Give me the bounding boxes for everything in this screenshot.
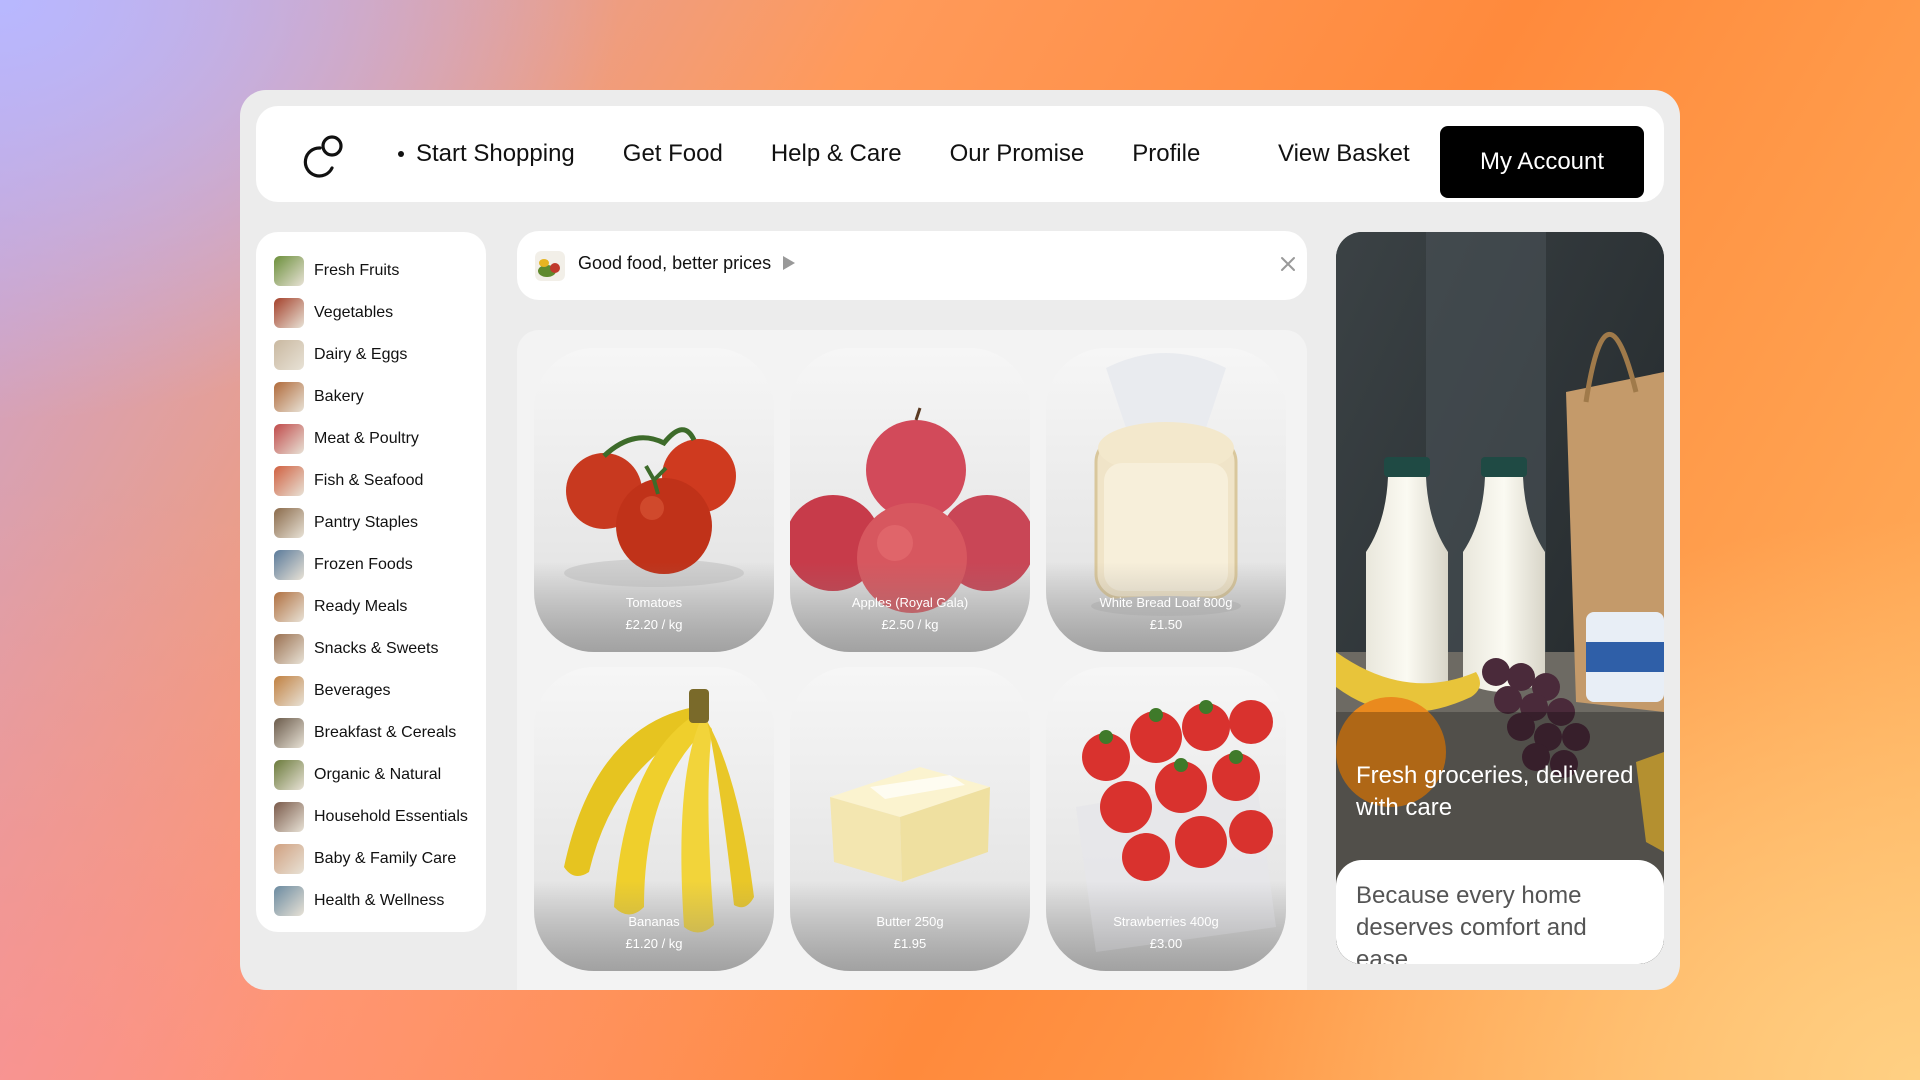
sidebar-category-item[interactable]: Dairy & Eggs [274, 334, 486, 376]
product-grid: Tomatoes £2.20 / kg Apples (Royal Gala) … [517, 330, 1307, 990]
sidebar-category-item[interactable]: Snacks & Sweets [274, 628, 486, 670]
product-price: £1.50 [1149, 617, 1183, 632]
active-dot-icon [398, 151, 404, 157]
top-nav: Start Shopping Get Food Help & Care Our … [256, 106, 1664, 202]
sidebar-category-item[interactable]: Ready Meals [274, 586, 486, 628]
category-thumbnail [274, 592, 304, 622]
category-label: Fresh Fruits [314, 262, 400, 279]
sidebar-category-item[interactable]: Pantry Staples [274, 502, 486, 544]
product-price: £3.00 [1149, 936, 1183, 951]
product-name: Tomatoes [625, 595, 683, 610]
play-icon[interactable] [783, 256, 795, 270]
category-sidebar: Fresh Fruits Vegetables Dairy & Eggs Bakery… [256, 232, 486, 932]
sidebar-category-item[interactable]: Fish & Seafood [274, 460, 486, 502]
product-price: £2.20 / kg [625, 617, 683, 632]
category-label: Baby & Family Care [314, 850, 457, 867]
view-basket-link[interactable]: View Basket [1278, 106, 1410, 202]
category-thumbnail [274, 424, 304, 454]
sidebar-category-item[interactable]: Meat & Poultry [274, 418, 486, 460]
banner-thumbnail [535, 251, 565, 281]
hero-image [1336, 232, 1664, 964]
sidebar-category-item[interactable]: Household Essentials [274, 796, 486, 838]
category-label: Health & Wellness [314, 892, 445, 909]
category-label: Dairy & Eggs [314, 346, 408, 363]
category-label: Snacks & Sweets [314, 640, 439, 657]
product-card[interactable]: Tomatoes £2.20 / kg [534, 348, 774, 652]
product-card[interactable]: Apples (Royal Gala) £2.50 / kg [790, 348, 1030, 652]
sidebar-category-item[interactable]: Baby & Family Care [274, 838, 486, 880]
category-thumbnail [274, 886, 304, 916]
my-account-button[interactable]: My Account [1440, 126, 1644, 198]
brand-logo[interactable] [298, 134, 346, 182]
category-thumbnail [274, 298, 304, 328]
product-name: Bananas [628, 914, 680, 929]
sidebar-category-item[interactable]: Breakfast & Cereals [274, 712, 486, 754]
category-label: Vegetables [314, 304, 394, 321]
product-name: Apples (Royal Gala) [851, 595, 969, 610]
category-thumbnail [274, 844, 304, 874]
nav-help-care[interactable]: Help & Care [771, 140, 902, 168]
category-thumbnail [274, 676, 304, 706]
product-card[interactable]: Bananas £1.20 / kg [534, 667, 774, 971]
hero-panel[interactable]: Fresh groceries, delivered with care Bec… [1336, 232, 1664, 964]
sidebar-category-item[interactable]: Beverages [274, 670, 486, 712]
category-label: Pantry Staples [314, 514, 419, 531]
product-name: Butter 250g [876, 914, 944, 929]
product-price: £2.50 / kg [881, 617, 939, 632]
nav-links: Start Shopping Get Food Help & Care Our … [398, 106, 1248, 202]
promo-banner: Good food, better prices [517, 231, 1307, 300]
category-thumbnail [274, 802, 304, 832]
product-name: White Bread Loaf 800g [1099, 595, 1233, 610]
category-label: Bakery [314, 388, 364, 405]
banner-text: Good food, better prices [578, 253, 772, 273]
sidebar-category-item[interactable]: Organic & Natural [274, 754, 486, 796]
category-label: Meat & Poultry [314, 430, 419, 447]
close-icon[interactable] [1277, 253, 1299, 275]
nav-start-shopping[interactable]: Start Shopping [398, 140, 575, 168]
sidebar-category-item[interactable]: Bakery [274, 376, 486, 418]
category-label: Household Essentials [314, 808, 468, 825]
sidebar-category-item[interactable]: Vegetables [274, 292, 486, 334]
sidebar-category-item[interactable]: Frozen Foods [274, 544, 486, 586]
nav-get-food[interactable]: Get Food [623, 140, 723, 168]
app-window: Start Shopping Get Food Help & Care Our … [240, 90, 1680, 990]
product-price: £1.20 / kg [625, 936, 683, 951]
product-price: £1.95 [893, 936, 927, 951]
category-label: Frozen Foods [314, 556, 413, 573]
nav-our-promise[interactable]: Our Promise [950, 140, 1085, 168]
category-thumbnail [274, 256, 304, 286]
category-label: Ready Meals [314, 598, 408, 615]
hero-caption: Fresh groceries, delivered with care [1356, 762, 1634, 821]
category-label: Breakfast & Cereals [314, 724, 457, 741]
category-thumbnail [274, 382, 304, 412]
category-thumbnail [274, 508, 304, 538]
product-card[interactable]: White Bread Loaf 800g £1.50 [1046, 348, 1286, 652]
category-label: Organic & Natural [314, 766, 442, 783]
sidebar-category-item[interactable]: Fresh Fruits [274, 250, 486, 292]
hero-subtext: Because every home deserves comfort and … [1356, 882, 1587, 964]
category-thumbnail [274, 718, 304, 748]
category-thumbnail [274, 466, 304, 496]
nav-profile[interactable]: Profile [1132, 140, 1200, 168]
category-thumbnail [274, 550, 304, 580]
product-card[interactable]: Strawberries 400g £3.00 [1046, 667, 1286, 971]
product-name: Strawberries 400g [1113, 914, 1219, 929]
nav-link-label: Start Shopping [416, 140, 575, 167]
hero-subtext-card: Because every home deserves comfort and … [1336, 860, 1664, 964]
sidebar-category-item[interactable]: Health & Wellness [274, 880, 486, 922]
category-thumbnail [274, 634, 304, 664]
product-card[interactable]: Butter 250g £1.95 [790, 667, 1030, 971]
category-label: Fish & Seafood [314, 472, 424, 489]
category-label: Beverages [314, 682, 391, 699]
category-thumbnail [274, 760, 304, 790]
category-thumbnail [274, 340, 304, 370]
